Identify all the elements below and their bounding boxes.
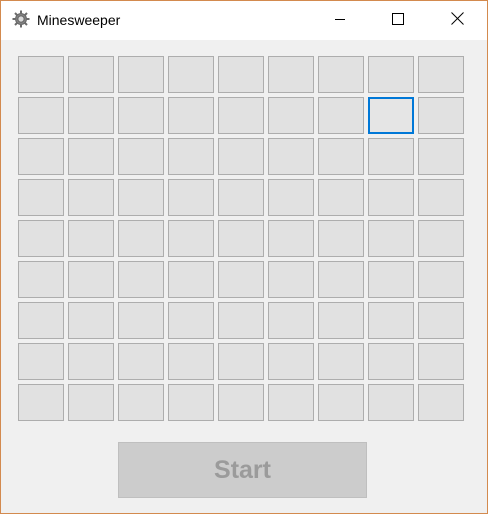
mine-cell[interactable] (218, 220, 264, 257)
mine-cell[interactable] (418, 343, 464, 380)
minesweeper-window: Minesweeper Start (0, 0, 488, 514)
window-title: Minesweeper (37, 12, 121, 28)
mine-cell[interactable] (18, 179, 64, 216)
mine-cell[interactable] (368, 261, 414, 298)
mine-cell[interactable] (418, 384, 464, 421)
mine-cell[interactable] (118, 56, 164, 93)
mine-cell[interactable] (318, 343, 364, 380)
mine-cell[interactable] (18, 97, 64, 134)
mine-cell[interactable] (318, 384, 364, 421)
mine-cell[interactable] (268, 179, 314, 216)
mine-cell[interactable] (418, 56, 464, 93)
mine-cell[interactable] (18, 261, 64, 298)
mine-cell[interactable] (68, 97, 114, 134)
close-button[interactable] (434, 1, 480, 40)
mine-cell[interactable] (68, 261, 114, 298)
mine-cell[interactable] (318, 220, 364, 257)
mine-cell[interactable] (268, 138, 314, 175)
mine-cell[interactable] (218, 384, 264, 421)
close-icon (450, 11, 464, 30)
mine-cell[interactable] (268, 261, 314, 298)
mine-cell[interactable] (168, 56, 214, 93)
mine-cell[interactable] (368, 56, 414, 93)
mine-cell[interactable] (218, 179, 264, 216)
mine-cell[interactable] (218, 343, 264, 380)
mine-cell[interactable] (118, 97, 164, 134)
minimize-button[interactable] (317, 1, 363, 40)
mine-cell[interactable] (268, 302, 314, 339)
mine-cell[interactable] (68, 220, 114, 257)
mine-cell[interactable] (368, 220, 414, 257)
mine-cell[interactable] (68, 179, 114, 216)
start-button[interactable]: Start (118, 442, 367, 498)
mine-cell[interactable] (418, 261, 464, 298)
mine-cell[interactable] (318, 179, 364, 216)
title-bar[interactable]: Minesweeper (1, 1, 487, 40)
mine-cell[interactable] (168, 97, 214, 134)
mine-cell[interactable] (368, 179, 414, 216)
maximize-icon (392, 12, 404, 30)
mine-cell[interactable] (168, 343, 214, 380)
mine-cell[interactable] (318, 302, 364, 339)
mine-cell[interactable] (18, 138, 64, 175)
mine-grid (18, 56, 468, 426)
mine-cell[interactable] (118, 302, 164, 339)
mine-cell[interactable] (168, 220, 214, 257)
mine-cell[interactable] (118, 138, 164, 175)
mine-cell[interactable] (368, 302, 414, 339)
mine-cell[interactable] (418, 220, 464, 257)
mine-cell[interactable] (318, 56, 364, 93)
mine-cell[interactable] (268, 384, 314, 421)
mine-cell[interactable] (318, 138, 364, 175)
mine-cell[interactable] (118, 179, 164, 216)
mine-cell[interactable] (418, 138, 464, 175)
mine-cell[interactable] (168, 179, 214, 216)
mine-cell[interactable] (368, 97, 414, 134)
mine-cell[interactable] (218, 138, 264, 175)
mine-cell[interactable] (218, 302, 264, 339)
mine-cell[interactable] (168, 384, 214, 421)
mine-cell[interactable] (168, 138, 214, 175)
mine-cell[interactable] (218, 261, 264, 298)
mine-cell[interactable] (418, 179, 464, 216)
mine-cell[interactable] (268, 56, 314, 93)
mine-cell[interactable] (118, 384, 164, 421)
mine-cell[interactable] (18, 56, 64, 93)
mine-cell[interactable] (418, 302, 464, 339)
mine-cell[interactable] (118, 220, 164, 257)
mine-cell[interactable] (18, 384, 64, 421)
mine-cell[interactable] (68, 56, 114, 93)
mine-cell[interactable] (68, 343, 114, 380)
mine-cell[interactable] (318, 261, 364, 298)
mine-cell[interactable] (368, 138, 414, 175)
mine-cell[interactable] (218, 56, 264, 93)
mine-cell[interactable] (118, 261, 164, 298)
gear-icon (12, 10, 30, 28)
maximize-button[interactable] (375, 1, 421, 40)
mine-cell[interactable] (168, 302, 214, 339)
mine-cell[interactable] (418, 97, 464, 134)
mine-cell[interactable] (68, 138, 114, 175)
mine-cell[interactable] (268, 343, 314, 380)
mine-cell[interactable] (368, 343, 414, 380)
mine-cell[interactable] (18, 220, 64, 257)
mine-cell[interactable] (68, 302, 114, 339)
mine-cell[interactable] (268, 220, 314, 257)
minimize-icon (334, 12, 346, 30)
mine-cell[interactable] (368, 384, 414, 421)
mine-cell[interactable] (18, 343, 64, 380)
mine-cell[interactable] (218, 97, 264, 134)
mine-cell[interactable] (318, 97, 364, 134)
mine-cell[interactable] (118, 343, 164, 380)
mine-cell[interactable] (168, 261, 214, 298)
mine-cell[interactable] (268, 97, 314, 134)
mine-cell[interactable] (68, 384, 114, 421)
mine-cell[interactable] (18, 302, 64, 339)
